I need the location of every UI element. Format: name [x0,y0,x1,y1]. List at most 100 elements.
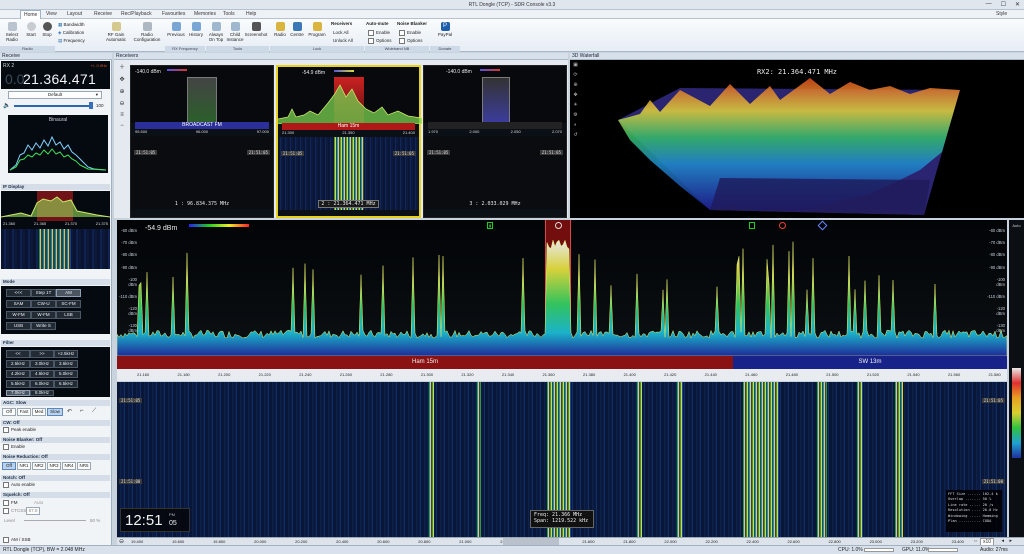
filter-7-0k[interactable]: 7.0kHz [6,390,30,396]
mode-scfm[interactable]: SC-FM [56,300,81,308]
start-button[interactable]: Start [24,22,38,37]
notch-header[interactable]: Notch: Off [1,475,110,481]
filter-6-0k[interactable]: 6.0kHz [30,380,54,388]
filter-6-5k[interactable]: 6.5kHz [54,380,78,388]
tab-help[interactable]: Help [246,11,256,17]
main-waterfall[interactable]: 21:51:05 21:51:05 21:51:00 21:51:00 12:5… [117,382,1007,537]
mode-write[interactable]: Write S [31,322,56,330]
lock-centre-button[interactable]: Centre [289,22,305,37]
undo-icon[interactable]: ↶ [67,408,72,415]
frequency-ruler[interactable]: ⊖ 19.400 19.600 19.800 20.000 20.200 20.400 20… [117,537,1024,546]
vfo-display[interactable]: RX 2 +/- 0.0Hz 0.0 21.364.471 [1,61,110,89]
main-spectrum[interactable]: -54.9 dBm -60 dBm -70 dBm -80 dBm -90 dBm -1… [117,220,1007,380]
receiver-card-1[interactable]: -140.0 dBm BROADCAST FM 95.500 96.000 97.0… [130,65,274,218]
mode-usb[interactable]: USB [6,322,31,330]
auto-mute-options[interactable]: Options [368,38,392,44]
filter-4-6k[interactable]: 4.6kHz [30,370,54,378]
nr2[interactable]: NR2 [32,462,46,470]
always-on-top-button[interactable]: Always On Top [207,22,225,42]
history-button[interactable]: History [186,22,206,37]
auto-mute-enable[interactable]: Enable [368,30,390,36]
tab-tools[interactable]: Tools [223,11,235,17]
tab-home[interactable]: Home [20,10,42,19]
paypal-button[interactable]: P PayPal [436,22,454,37]
mode-lsb[interactable]: LSB [56,311,81,319]
speaker-icon[interactable]: 🔈 [3,102,10,109]
remove-icon[interactable]: − [120,123,124,129]
frequency-display[interactable]: 21.364.471 [23,71,96,87]
filter-4-2k[interactable]: 4.2kHz [6,370,30,378]
band-sw-13m[interactable]: SW 13m [733,356,1007,369]
bandwidth-button[interactable]: ▦ Bandwidth [58,22,85,28]
filter-header[interactable]: Filter [1,340,110,346]
scroll-left-icon[interactable]: ⊖ [119,538,124,545]
waterfall-colour-bar[interactable] [1012,368,1021,458]
agc-slow[interactable]: Slow [47,408,63,416]
tab-layout[interactable]: Layout [67,11,82,17]
filter-8-0k[interactable]: 8.0kHz [30,390,54,396]
zoom-out-icon[interactable]: ⊖ [119,100,124,107]
agc-graph-icon[interactable]: ⟋ [92,408,96,415]
filter-narrower[interactable]: << [6,350,30,358]
nr5[interactable]: NR5 [77,462,91,470]
filter-5-5k[interactable]: 5.5kHz [6,380,30,388]
nr1[interactable]: NR1 [17,462,31,470]
squelch-header[interactable]: Squelch: Off [1,492,110,498]
agc-curve-icon[interactable]: ⌐ [80,408,84,414]
squelch-fm[interactable]: FM [3,500,18,506]
frequency-button[interactable]: ▤ Frequency [58,38,85,44]
ctcss-checkbox[interactable]: CTCSS [3,508,26,514]
mode-wfm[interactable]: W-FM [6,311,31,319]
minimize-button[interactable]: — [986,1,992,8]
style-menu[interactable]: Style [996,11,1007,17]
mode-wfm-2[interactable]: W-FM [31,311,56,319]
filter-2-5k[interactable]: 2.5kHz [6,360,30,368]
lock-all-button[interactable]: Lock All [333,30,349,35]
volume-slider[interactable] [14,105,92,107]
filter-3-0k[interactable]: 3.0kHz [30,360,54,368]
tab-favourites[interactable]: Favourites [162,11,185,17]
notch-auto-enable[interactable]: Auto enable [3,482,35,488]
ctcss-value[interactable]: 67.0 [26,507,40,515]
filter-plus[interactable]: +2.5kHz [54,350,78,358]
noise-blanker-options[interactable]: Options [399,38,423,44]
move-icon[interactable]: ✥ [119,76,124,83]
nb-header[interactable]: Noise Blanker: Off [1,437,110,443]
noise-blanker-enable[interactable]: Enable [399,30,421,36]
tab-view[interactable]: View [46,11,57,17]
tab-receive[interactable]: Receive [94,11,112,17]
nr-header[interactable]: Noise Reduction: Off [1,454,110,460]
auto-button[interactable]: Auto [1009,223,1024,228]
band-ham-15m[interactable]: Ham 15m [117,356,733,369]
lock-radio-button[interactable]: Radio [272,22,288,37]
volume-slider-thumb[interactable] [89,102,93,109]
if-display-header[interactable]: IF Display [1,184,110,190]
maximize-button[interactable]: ☐ [1001,1,1006,8]
list-icon[interactable]: ≡ [120,112,124,118]
select-radio-button[interactable]: Select Radio [4,22,20,42]
agc-header[interactable]: AGC: Slow [1,400,110,406]
am-ssb-checkbox[interactable]: AM / SSB [3,537,31,543]
lock-program-button[interactable]: Program [307,22,327,37]
mode-am[interactable]: AM [56,289,81,297]
waterfall3d-surface[interactable] [570,60,1024,218]
agc-off[interactable]: Off [2,408,16,416]
agc-fast[interactable]: Fast [17,408,31,416]
mode-back[interactable]: <<< [6,289,31,297]
cw-peak-enable[interactable]: Peak enable [3,427,36,433]
mode-step[interactable]: Step 1T [31,289,56,297]
nr-off[interactable]: Off [2,462,16,470]
mode-sam[interactable]: SAM [6,300,31,308]
previous-button[interactable]: Previous [166,22,186,37]
radio-configuration-button[interactable]: Radio Configuration [131,22,163,42]
filter-3-6k[interactable]: 3.6kHz [54,360,78,368]
filter-wider[interactable]: >> [30,350,54,358]
receiver-card-2[interactable]: -54.9 dBm Ham 15m 21.300 21.350 21.400 21:… [276,65,423,218]
zoom-icon[interactable]: ⇔ [973,538,978,544]
unlock-all-button[interactable]: Unlock All [333,38,353,43]
nav-right-icon[interactable]: ▸ [1009,538,1012,544]
squelch-auto[interactable]: Auto [34,500,43,505]
agc-med[interactable]: Med [32,408,46,416]
nr3[interactable]: NR3 [47,462,61,470]
preset-select[interactable]: Default ▾ [8,91,102,99]
